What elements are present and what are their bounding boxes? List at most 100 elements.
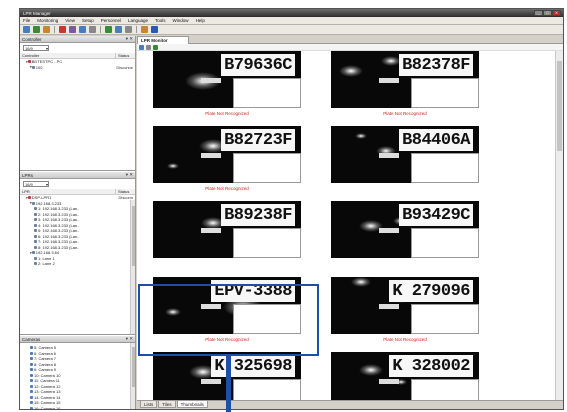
callout-pointer — [226, 356, 231, 412]
device-icon — [34, 229, 37, 233]
thumbnail-tile[interactable]: B84406A — [321, 126, 499, 198]
thumbnail-tile[interactable]: B82378F Plate Not Recognized — [321, 51, 499, 123]
light-glare — [165, 308, 181, 316]
connect-icon[interactable] — [23, 26, 30, 33]
camera-pane: Cameras ▾ ✕ 5: Camera 5 6: Camera 6 7: Cam… — [20, 336, 135, 409]
menu-monitoring[interactable]: Monitoring — [37, 18, 58, 23]
plate-text: B93429C — [399, 204, 473, 226]
left-panel: Controller ▾ ✕ 16/9 ▾ Controller Status ▾… — [20, 36, 136, 409]
menu-window[interactable]: Window — [173, 18, 189, 23]
thumbnail-tile[interactable]: B82723F Plate Not Recognized — [143, 126, 321, 198]
device-icon — [31, 65, 35, 69]
thumbnail-tile[interactable]: K 325698 — [143, 352, 321, 400]
filter-icon[interactable] — [146, 44, 151, 50]
thumbnail-scrollbar[interactable] — [555, 51, 563, 400]
camera-scrollbar[interactable] — [130, 343, 135, 409]
camera-label: 12: Camera 12 — [34, 383, 61, 389]
plate-text: B84406A — [399, 129, 473, 151]
zoom-icon[interactable] — [153, 44, 158, 50]
plate-text: K 325698 — [211, 355, 295, 377]
pin-icon[interactable]: ▾ ✕ — [126, 336, 133, 342]
camera-label: 10: Camera 10 — [34, 372, 61, 378]
camera-label: 13: Camera 13 — [34, 389, 61, 395]
maximize-button[interactable]: □ — [543, 10, 552, 16]
camera-icon[interactable] — [59, 26, 66, 33]
lpr-layout-combo[interactable]: 16/9 ▾ — [23, 181, 49, 187]
list-icon[interactable] — [105, 26, 112, 33]
detail-box — [233, 228, 301, 258]
settings-icon[interactable] — [43, 26, 50, 33]
column-status[interactable]: Status — [115, 53, 135, 58]
camera-pane-title: Cameras — [22, 336, 41, 342]
refresh-icon[interactable] — [139, 44, 144, 50]
help-icon[interactable] — [151, 26, 158, 33]
device-icon — [34, 245, 37, 249]
detail-box — [233, 78, 301, 108]
tab-thumbnails[interactable]: Thumbnails — [176, 401, 208, 408]
device-icon — [31, 201, 35, 205]
thumbnail-tile[interactable]: K 328002 — [321, 352, 499, 400]
menu-file[interactable]: File — [23, 18, 30, 23]
minimize-button[interactable]: _ — [534, 10, 543, 16]
detail-box — [233, 379, 301, 400]
plate-text: K 279096 — [389, 280, 473, 302]
controller-tree: ▾ BDTESTPC - PC ▾ 100 Disconne — [20, 59, 135, 70]
thumbnail-tile[interactable]: B93429C — [321, 201, 499, 273]
scroll-thumb[interactable] — [557, 61, 562, 151]
vehicle-snapshot: B79636C — [153, 51, 301, 108]
device-icon — [31, 251, 35, 255]
search-icon[interactable] — [115, 26, 122, 33]
tree-row-label: DSP-LPR1 — [31, 195, 52, 201]
close-button[interactable]: X — [552, 10, 561, 16]
light-glare — [167, 163, 179, 169]
light-glare — [351, 277, 371, 287]
column-lpr[interactable]: LPR — [20, 189, 115, 194]
column-status[interactable]: Status — [115, 189, 135, 194]
detail-box — [411, 78, 479, 108]
menu-view[interactable]: View — [65, 18, 75, 23]
lpr-scrollbar[interactable] — [130, 200, 135, 334]
menu-language[interactable]: Language — [128, 18, 148, 23]
menu-tools[interactable]: Tools — [155, 18, 166, 23]
thumbnail-tile[interactable]: EPV-3388 Plate Not Recognized — [143, 277, 321, 349]
thumbnail-tile[interactable]: K 279096 Plate Not Recognized — [321, 277, 499, 349]
menu-personnel[interactable]: Personnel — [101, 18, 121, 23]
menu-help[interactable]: Help — [196, 18, 205, 23]
vehicle-snapshot: B93429C — [331, 201, 479, 258]
tree-row[interactable]: 2: Lane 2 — [20, 261, 135, 267]
record-icon[interactable] — [69, 26, 76, 33]
thumbnail-tile[interactable]: B79636C Plate Not Recognized — [143, 51, 321, 123]
thumbnail-tile[interactable]: B89238F — [143, 201, 321, 273]
tree-row-label: 2: Lane 2 — [38, 261, 55, 267]
device-icon — [34, 256, 37, 260]
grid-icon[interactable] — [89, 26, 96, 33]
pin-icon[interactable]: ▾ ✕ — [126, 36, 133, 42]
camera-icon — [30, 368, 33, 372]
camera-list: 5: Camera 5 6: Camera 6 7: Camera 7 8: Came… — [20, 343, 135, 409]
column-controller[interactable]: Controller — [20, 53, 115, 58]
recognition-status: Plate Not Recognized — [383, 337, 427, 342]
device-icon — [34, 262, 37, 266]
pin-icon[interactable]: ▾ ✕ — [126, 172, 133, 178]
controller-layout-combo[interactable]: 16/9 ▾ — [23, 45, 49, 51]
controller-pane-header: Controller ▾ ✕ — [20, 36, 135, 43]
disconnect-icon[interactable] — [33, 26, 40, 33]
plate-crop — [379, 304, 399, 309]
camera-row[interactable]: 16: Camera 16 — [20, 406, 135, 409]
device-icon — [27, 60, 31, 64]
tab-lpr-monitor[interactable]: LPR Monitor — [137, 36, 189, 44]
camera-icon — [30, 401, 33, 405]
tab-tiles[interactable]: Tiles — [158, 401, 176, 408]
tree-row-label: 1: Lane 1 — [38, 255, 55, 261]
tree-row[interactable]: ▾ 100 Disconne — [20, 65, 135, 71]
user-icon[interactable] — [79, 26, 86, 33]
export-icon[interactable] — [141, 26, 148, 33]
light-glare — [339, 65, 363, 77]
tab-lists[interactable]: Lists — [140, 401, 158, 408]
plate-crop — [201, 153, 221, 158]
tree-row-label: 1: 192.168.3.233 (Lan.. — [38, 206, 80, 212]
print-icon[interactable] — [125, 26, 132, 33]
camera-icon — [30, 395, 33, 399]
lpr-pane-title: LPRs — [22, 172, 34, 178]
menu-setup[interactable]: Setup — [82, 18, 94, 23]
